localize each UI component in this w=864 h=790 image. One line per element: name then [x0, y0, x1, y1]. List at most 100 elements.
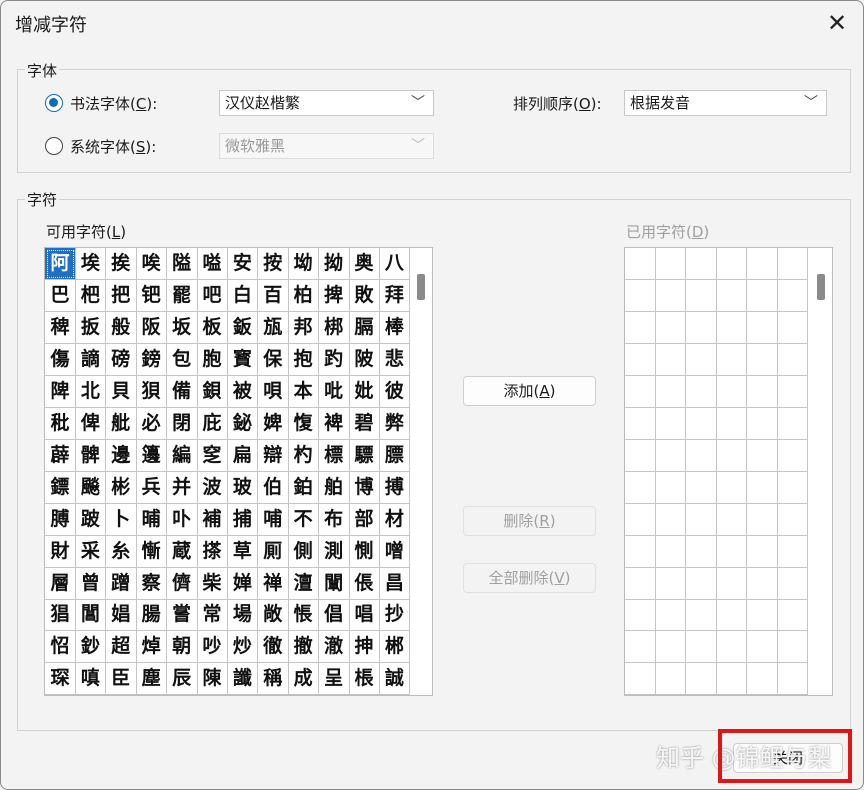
character-cell[interactable]: 察: [136, 567, 168, 600]
character-cell[interactable]: 財: [45, 535, 76, 568]
character-cell[interactable]: 博: [349, 471, 380, 504]
character-cell[interactable]: 澶: [288, 567, 320, 600]
character-cell[interactable]: 慚: [136, 535, 168, 568]
character-cell[interactable]: 晡: [136, 503, 168, 536]
used-grid-scrollbar[interactable]: [812, 248, 830, 695]
character-cell[interactable]: 八: [379, 248, 411, 280]
character-cell[interactable]: 部: [349, 503, 380, 536]
character-cell[interactable]: 嗌: [197, 248, 228, 280]
character-cell[interactable]: 郴: [379, 631, 411, 664]
calligraphy-font-select[interactable]: 汉仪赵楷繁 ﹀: [219, 90, 434, 116]
character-cell[interactable]: 補: [197, 503, 228, 536]
character-cell[interactable]: 標: [318, 439, 350, 472]
character-cell[interactable]: 婢: [257, 407, 289, 440]
character-cell[interactable]: 奥: [349, 248, 380, 280]
character-cell[interactable]: 謫: [75, 343, 107, 376]
character-cell[interactable]: 卟: [166, 503, 198, 536]
character-cell[interactable]: 埃: [75, 248, 107, 280]
character-cell[interactable]: 曾: [75, 567, 107, 600]
character-cell[interactable]: 鈑: [227, 311, 259, 344]
character-cell[interactable]: 臣: [105, 663, 137, 695]
system-font-label[interactable]: 系统字体(S):: [70, 136, 156, 157]
character-cell[interactable]: 哺: [257, 503, 289, 536]
character-cell[interactable]: 惻: [349, 535, 380, 568]
character-cell[interactable]: 備: [166, 375, 198, 408]
character-cell[interactable]: 辰: [166, 663, 198, 695]
character-cell[interactable]: 陂: [349, 343, 380, 376]
system-font-radio[interactable]: [45, 137, 63, 155]
character-cell[interactable]: 常: [197, 599, 228, 632]
character-cell[interactable]: 白: [227, 279, 259, 312]
character-cell[interactable]: 悲: [379, 343, 411, 376]
character-cell[interactable]: 扳: [75, 311, 107, 344]
character-cell[interactable]: 寳: [227, 343, 259, 376]
character-cell[interactable]: 悵: [288, 599, 320, 632]
character-cell[interactable]: 編: [166, 439, 198, 472]
character-cell[interactable]: 般: [105, 311, 137, 344]
character-cell[interactable]: 梆: [318, 311, 350, 344]
character-cell[interactable]: 蹭: [105, 567, 137, 600]
character-cell[interactable]: 柏: [288, 279, 320, 312]
character-cell[interactable]: 鉍: [227, 407, 259, 440]
character-cell[interactable]: 板: [197, 311, 228, 344]
character-cell[interactable]: 彼: [379, 375, 411, 408]
character-cell[interactable]: 吡: [318, 375, 350, 408]
character-cell[interactable]: 闡: [318, 567, 350, 600]
character-cell[interactable]: 讖: [227, 663, 259, 695]
character-cell[interactable]: 厠: [257, 535, 289, 568]
character-cell[interactable]: 瓬: [257, 311, 289, 344]
character-cell[interactable]: 彬: [105, 471, 137, 504]
calligraphy-font-label[interactable]: 书法字体(C):: [70, 93, 157, 114]
character-cell[interactable]: 把: [105, 279, 137, 312]
character-cell[interactable]: 抱: [288, 343, 320, 376]
character-cell[interactable]: 碧: [349, 407, 380, 440]
character-cell[interactable]: 場: [227, 599, 259, 632]
character-cell[interactable]: 卜: [105, 503, 137, 536]
character-cell[interactable]: 保: [257, 343, 289, 376]
character-cell[interactable]: 澈: [318, 631, 350, 664]
character-cell[interactable]: 柴: [197, 567, 228, 600]
character-cell[interactable]: 被: [227, 375, 259, 408]
character-cell[interactable]: 抻: [349, 631, 380, 664]
sort-order-select[interactable]: 根据发音 ﹀: [624, 90, 827, 116]
character-cell[interactable]: 撤: [288, 631, 320, 664]
character-cell[interactable]: 糸: [105, 535, 137, 568]
character-cell[interactable]: 窆: [197, 439, 228, 472]
character-cell[interactable]: 百: [257, 279, 289, 312]
character-cell[interactable]: 趵: [318, 343, 350, 376]
character-cell[interactable]: 敞: [257, 599, 289, 632]
character-cell[interactable]: 儕: [166, 567, 198, 600]
character-cell[interactable]: 棖: [349, 663, 380, 695]
character-cell[interactable]: 鉑: [288, 471, 320, 504]
available-characters-grid[interactable]: 誠棖呈成稱讖陳辰塵臣嗔琛 郴抻澈撤徹炒吵朝焯超鈔怊 抄唱倡悵敞場常嘗腸娼閶猖 昌倀闡澶…: [44, 247, 433, 696]
used-characters-grid[interactable]: [624, 247, 833, 696]
character-cell[interactable]: 辯: [257, 439, 289, 472]
character-cell[interactable]: 秕: [45, 407, 76, 440]
character-cell[interactable]: 布: [318, 503, 350, 536]
character-cell[interactable]: 草: [227, 535, 259, 568]
scrollbar-thumb[interactable]: [417, 274, 425, 300]
character-cell[interactable]: 波: [197, 471, 228, 504]
character-cell[interactable]: 舭: [105, 407, 137, 440]
character-cell[interactable]: 愎: [288, 407, 320, 440]
character-cell[interactable]: 并: [166, 471, 198, 504]
character-cell[interactable]: 俾: [75, 407, 107, 440]
character-cell[interactable]: 倡: [318, 599, 350, 632]
character-cell[interactable]: 捭: [318, 279, 350, 312]
character-cell[interactable]: 胞: [197, 343, 228, 376]
character-cell[interactable]: 閶: [75, 599, 107, 632]
character-cell[interactable]: 飈: [75, 471, 107, 504]
character-cell[interactable]: 稗: [45, 311, 76, 344]
character-cell[interactable]: 邦: [288, 311, 320, 344]
character-cell[interactable]: 按: [257, 248, 289, 280]
character-cell[interactable]: 拜: [379, 279, 411, 312]
character-cell[interactable]: 不: [288, 503, 320, 536]
add-button[interactable]: 添加(A): [463, 376, 596, 406]
character-cell[interactable]: 阪: [136, 311, 168, 344]
character-cell[interactable]: 鎊: [136, 343, 168, 376]
character-cell[interactable]: 陴: [45, 375, 76, 408]
character-cell[interactable]: 吵: [197, 631, 228, 664]
character-cell[interactable]: 舶: [318, 471, 350, 504]
character-cell[interactable]: 髀: [75, 439, 107, 472]
character-cell[interactable]: 吧: [197, 279, 228, 312]
